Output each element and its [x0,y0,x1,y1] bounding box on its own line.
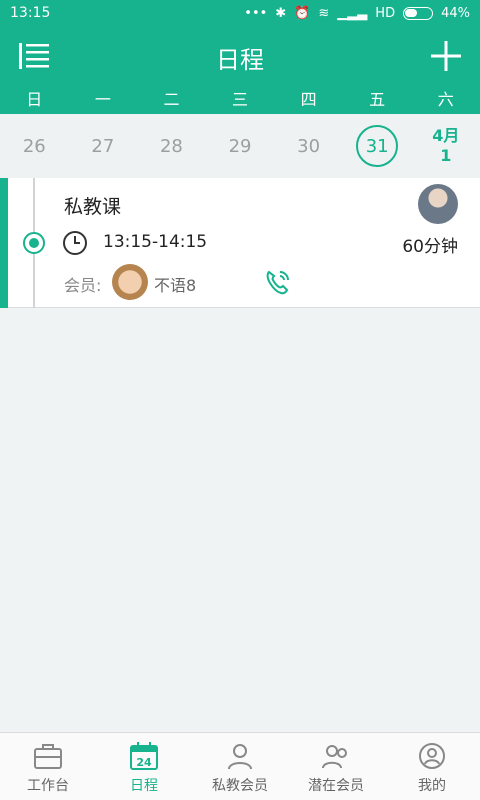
tab-label: 私教会员 [212,778,268,794]
date-label: 28 [159,135,183,157]
battery-icon [403,6,434,20]
app-header: 日程 [0,26,480,86]
profile-icon [419,743,445,769]
svg-text:24: 24 [136,756,152,769]
date-label: 26 [22,135,46,157]
tab-private-members[interactable]: 私教会员 [192,733,288,800]
month-label: 4月 [432,126,460,145]
network-type: HD [375,5,396,21]
date-label: 31 [365,135,389,157]
coach-avatar[interactable] [418,184,458,224]
tab-label: 日程 [130,778,158,794]
briefcase-icon [34,744,62,769]
signal-dots-icon: ••• [244,5,268,21]
date-label: 30 [297,135,321,157]
date-label: 27 [91,135,115,157]
weekday-wed: 三 [232,90,249,109]
date-cell-selected[interactable]: 31 [343,114,412,178]
date-cell[interactable]: 27 [69,114,138,178]
tab-label: 我的 [418,778,446,794]
clock-icon [63,231,87,255]
status-icons: ••• ✱ ⏰ ≋ ▁▂▃ HD 44% [244,6,470,21]
calendar-icon: 24 [130,742,158,770]
phone-icon[interactable] [262,266,294,298]
weekday-sun: 日 [26,90,43,109]
prospects-icon [322,745,347,769]
page-title: 日程 [216,46,264,74]
bluetooth-icon: ✱ [275,5,287,21]
member-label: 会员: [64,276,102,295]
weekday-fri: 五 [369,90,386,109]
date-row: 26 27 28 29 30 31 4月 1 [0,114,480,178]
weekday-tue: 二 [163,90,180,109]
date-label: 1 [440,146,452,165]
date-cell[interactable]: 26 [0,114,69,178]
course-title: 私教课 [64,196,122,218]
tab-potential-members[interactable]: 潜在会员 [288,733,384,800]
weekday-thu: 四 [300,90,317,109]
weekday-row: 日 一 二 三 四 五 六 [0,86,480,114]
members-icon [228,744,252,770]
event-duration: 60分钟 [402,237,458,257]
date-cell[interactable]: 30 [274,114,343,178]
bottom-tab-bar: 工作台 24 日程 私教会员 潜在会员 我的 [0,732,480,800]
wifi-icon: ≋ [318,5,330,21]
tab-profile[interactable]: 我的 [384,733,480,800]
tab-label: 潜在会员 [308,778,364,794]
tab-label: 工作台 [27,778,69,794]
tab-workbench[interactable]: 工作台 [0,733,96,800]
weekday-mon: 一 [94,90,111,109]
cell-signal-icon: ▁▂▃ [337,5,368,21]
selected-date-ring: 31 [356,125,399,167]
date-label: 29 [228,135,252,157]
timeline-dot-icon [23,232,45,254]
event-card[interactable]: 私教课 13:15-14:15 60分钟 会员: 不语8 [0,178,480,308]
date-cell[interactable]: 29 [206,114,275,178]
add-icon[interactable] [430,40,462,72]
event-time-range: 13:15-14:15 [103,232,208,252]
weekday-sat: 六 [437,90,454,109]
event-accent-bar [0,178,8,308]
alarm-icon: ⏰ [294,5,311,21]
date-cell-next-month[interactable]: 4月 1 [411,114,480,178]
member-avatar[interactable] [112,264,148,300]
tab-schedule[interactable]: 24 日程 [96,733,192,800]
status-time: 13:15 [10,5,51,21]
date-cell[interactable]: 28 [137,114,206,178]
status-bar: 13:15 ••• ✱ ⏰ ≋ ▁▂▃ HD 44% [0,0,480,26]
member-name: 不语8 [154,276,197,295]
battery-percent: 44% [441,5,470,21]
